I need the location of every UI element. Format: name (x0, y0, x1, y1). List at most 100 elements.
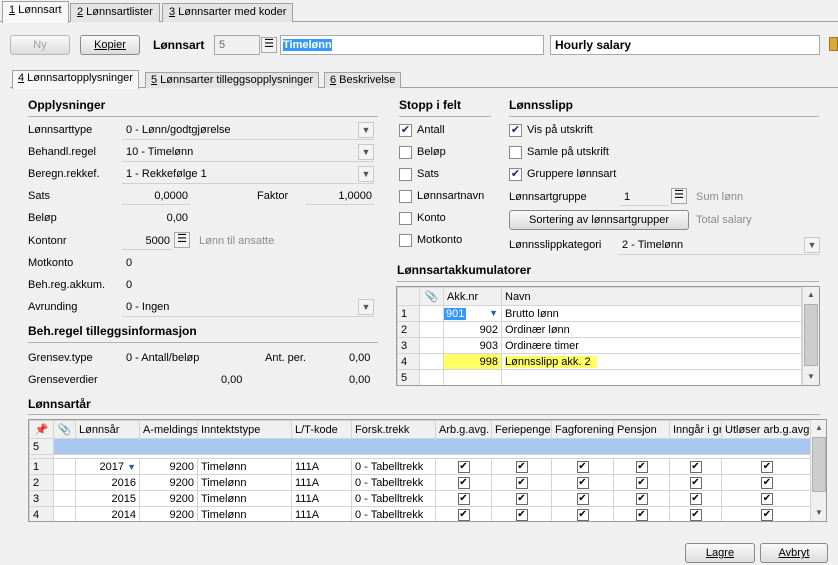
fagforening-header[interactable]: Fagforening (551, 420, 614, 439)
chevron-down-icon[interactable]: ▼ (489, 308, 500, 318)
arbgavg-cell[interactable]: ✔ (435, 474, 492, 491)
pensjon-checkbox[interactable]: ✔ (635, 509, 648, 521)
utloser-cell[interactable]: ✔ (721, 506, 813, 521)
inngar-checkbox[interactable]: ✔ (689, 493, 702, 505)
chevron-down-icon[interactable]: ▼ (358, 299, 374, 315)
amelding-cell[interactable]: 9200 (139, 490, 198, 507)
samle-utskrift-checkbox[interactable] (509, 146, 522, 159)
feriepenger-cell[interactable]: ✔ (491, 458, 552, 475)
inntektstype-cell[interactable]: Timelønn (197, 506, 292, 521)
lt-kode-cell[interactable]: 111A (291, 458, 352, 475)
lt-kode-header[interactable]: L/T-kode (291, 420, 352, 439)
tab-lonnsartlister[interactable]: 2 Lønnsartlister (70, 3, 160, 22)
lonnsarttype-select[interactable]: 0 - Lønn/godtgjørelse ▼ (122, 120, 374, 140)
folder-icon[interactable] (829, 37, 838, 51)
pensjon-cell[interactable]: ✔ (613, 458, 670, 475)
amelding-cell[interactable]: 9200 (139, 474, 198, 491)
table-row[interactable]: 4 998 Lønnsslipp akk. 2 (397, 353, 802, 370)
table-row[interactable]: 1 2017 ▼ 9200 Timelønn 111A 0 - Tabelltr… (29, 458, 813, 475)
feriepenger-checkbox[interactable]: ✔ (515, 493, 528, 505)
inntektstype-cell[interactable]: Timelønn (197, 490, 292, 507)
inngar-checkbox[interactable]: ✔ (689, 509, 702, 521)
inngar-cell[interactable]: ✔ (669, 490, 722, 507)
fagforening-checkbox[interactable]: ✔ (576, 477, 589, 489)
year-cell[interactable]: 2016 (75, 474, 140, 491)
inngar-cell[interactable]: ✔ (669, 474, 722, 491)
chevron-up-icon[interactable]: ▲ (811, 420, 826, 436)
table-row[interactable]: 3 903 Ordinære timer (397, 337, 802, 354)
english-name-field[interactable]: Hourly salary (550, 35, 820, 55)
lonnsartnavn-checkbox[interactable] (399, 190, 412, 203)
faktor-field[interactable]: 1,0000 (306, 187, 374, 205)
avrunding-select[interactable]: 0 - Ingen ▼ (122, 297, 374, 317)
arbgavg-checkbox[interactable]: ✔ (457, 493, 470, 505)
sats-checkbox[interactable] (399, 168, 412, 181)
chevron-down-icon[interactable]: ▼ (358, 166, 374, 182)
pensjon-cell[interactable]: ✔ (613, 474, 670, 491)
feriepenger-cell[interactable]: ✔ (491, 490, 552, 507)
chevron-up-icon[interactable]: ▲ (803, 287, 819, 303)
tab-beskrivelse[interactable]: 6 Beskrivelse (324, 72, 402, 88)
list-icon[interactable]: ☰ (261, 37, 277, 53)
pensjon-header[interactable]: Pensjon (613, 420, 670, 439)
amelding-header[interactable]: A-meldings (139, 420, 198, 439)
feriepenger-checkbox[interactable]: ✔ (515, 461, 528, 473)
pin-icon[interactable]: 📌 (29, 420, 54, 439)
forsk-trekk-cell[interactable]: 0 - Tabelltrekk (351, 474, 436, 491)
table-row[interactable]: 2 902 Ordinær lønn (397, 321, 802, 338)
vis-utskrift-checkbox[interactable]: ✔ (509, 124, 522, 137)
arbgavg-cell[interactable]: ✔ (435, 458, 492, 475)
chevron-down-icon[interactable]: ▼ (803, 369, 819, 385)
tab-lonnsartopplysninger[interactable]: 4 Lønnsartopplysninger (12, 70, 139, 89)
tab-lonnsarter-med-koder[interactable]: 3 Lønnsarter med koder (162, 3, 294, 22)
pensjon-cell[interactable]: ✔ (613, 506, 670, 521)
chevron-down-icon[interactable]: ▼ (127, 462, 136, 472)
new-row-cells[interactable] (53, 438, 813, 455)
sats-field[interactable]: 0,0000 (122, 187, 190, 205)
new-button[interactable]: Ny (10, 35, 70, 55)
lonnsart-number-field[interactable]: 5 (214, 35, 260, 55)
inngar-header[interactable]: Inngår i gr (669, 420, 722, 439)
table-row[interactable]: 3 2015 9200 Timelønn 111A 0 - Tabelltrek… (29, 490, 813, 507)
fagforening-cell[interactable]: ✔ (551, 458, 614, 475)
lonnsar-header[interactable]: Lønnsår (75, 420, 140, 439)
fagforening-checkbox[interactable]: ✔ (576, 493, 589, 505)
arbgavg-checkbox[interactable]: ✔ (457, 509, 470, 521)
forsk-trekk-cell[interactable]: 0 - Tabelltrekk (351, 490, 436, 507)
akknr-cell[interactable]: 998 (443, 353, 502, 370)
pensjon-cell[interactable]: ✔ (613, 490, 670, 507)
chevron-down-icon[interactable]: ▼ (358, 122, 374, 138)
forsk-trekk-cell[interactable]: 0 - Tabelltrekk (351, 458, 436, 475)
table-row[interactable]: 5 (397, 369, 802, 385)
table-row[interactable]: 4 2014 9200 Timelønn 111A 0 - Tabelltrek… (29, 506, 813, 521)
scroll-thumb[interactable] (812, 437, 826, 492)
year-cell[interactable]: 2014 (75, 506, 140, 521)
forsk-trekk-header[interactable]: Forsk.trekk (351, 420, 436, 439)
feriepenger-checkbox[interactable]: ✔ (515, 509, 528, 521)
chevron-down-icon[interactable]: ▼ (804, 237, 820, 253)
akknr-cell[interactable]: 901 ▼ (443, 305, 502, 322)
utloser-checkbox[interactable]: ✔ (761, 509, 773, 521)
utloser-cell[interactable]: ✔ (721, 474, 813, 491)
antall-checkbox[interactable]: ✔ (399, 124, 412, 137)
feriepenger-cell[interactable]: ✔ (491, 474, 552, 491)
utloser-header[interactable]: Utløser arb.g.avg (721, 420, 813, 439)
feriepenger-cell[interactable]: ✔ (491, 506, 552, 521)
beregn-rekkef-select[interactable]: 1 - Rekkefølge 1 ▼ (122, 164, 374, 184)
inntektstype-cell[interactable]: Timelønn (197, 474, 292, 491)
inntektstype-header[interactable]: Inntektstype (197, 420, 292, 439)
year-cell[interactable]: 2017 ▼ (75, 458, 140, 475)
akknr-header[interactable]: Akk.nr (443, 287, 502, 306)
copy-button[interactable]: Kopier (80, 35, 140, 55)
fagforening-cell[interactable]: ✔ (551, 490, 614, 507)
arbgavg-cell[interactable]: ✔ (435, 490, 492, 507)
akkumulatorer-scrollbar[interactable]: ▲ ▼ (802, 287, 819, 385)
save-button[interactable]: Lagre (685, 543, 755, 563)
tab-tilleggsopplysninger[interactable]: 5 Lønnsarter tilleggsopplysninger (145, 72, 320, 88)
arbgavg-checkbox[interactable]: ✔ (457, 477, 470, 489)
inngar-cell[interactable]: ✔ (669, 506, 722, 521)
table-row[interactable]: 2 2016 9200 Timelønn 111A 0 - Tabelltrek… (29, 474, 813, 491)
new-row[interactable]: 5 (29, 438, 813, 455)
chevron-down-icon[interactable]: ▼ (811, 505, 826, 521)
fagforening-checkbox[interactable]: ✔ (576, 461, 589, 473)
